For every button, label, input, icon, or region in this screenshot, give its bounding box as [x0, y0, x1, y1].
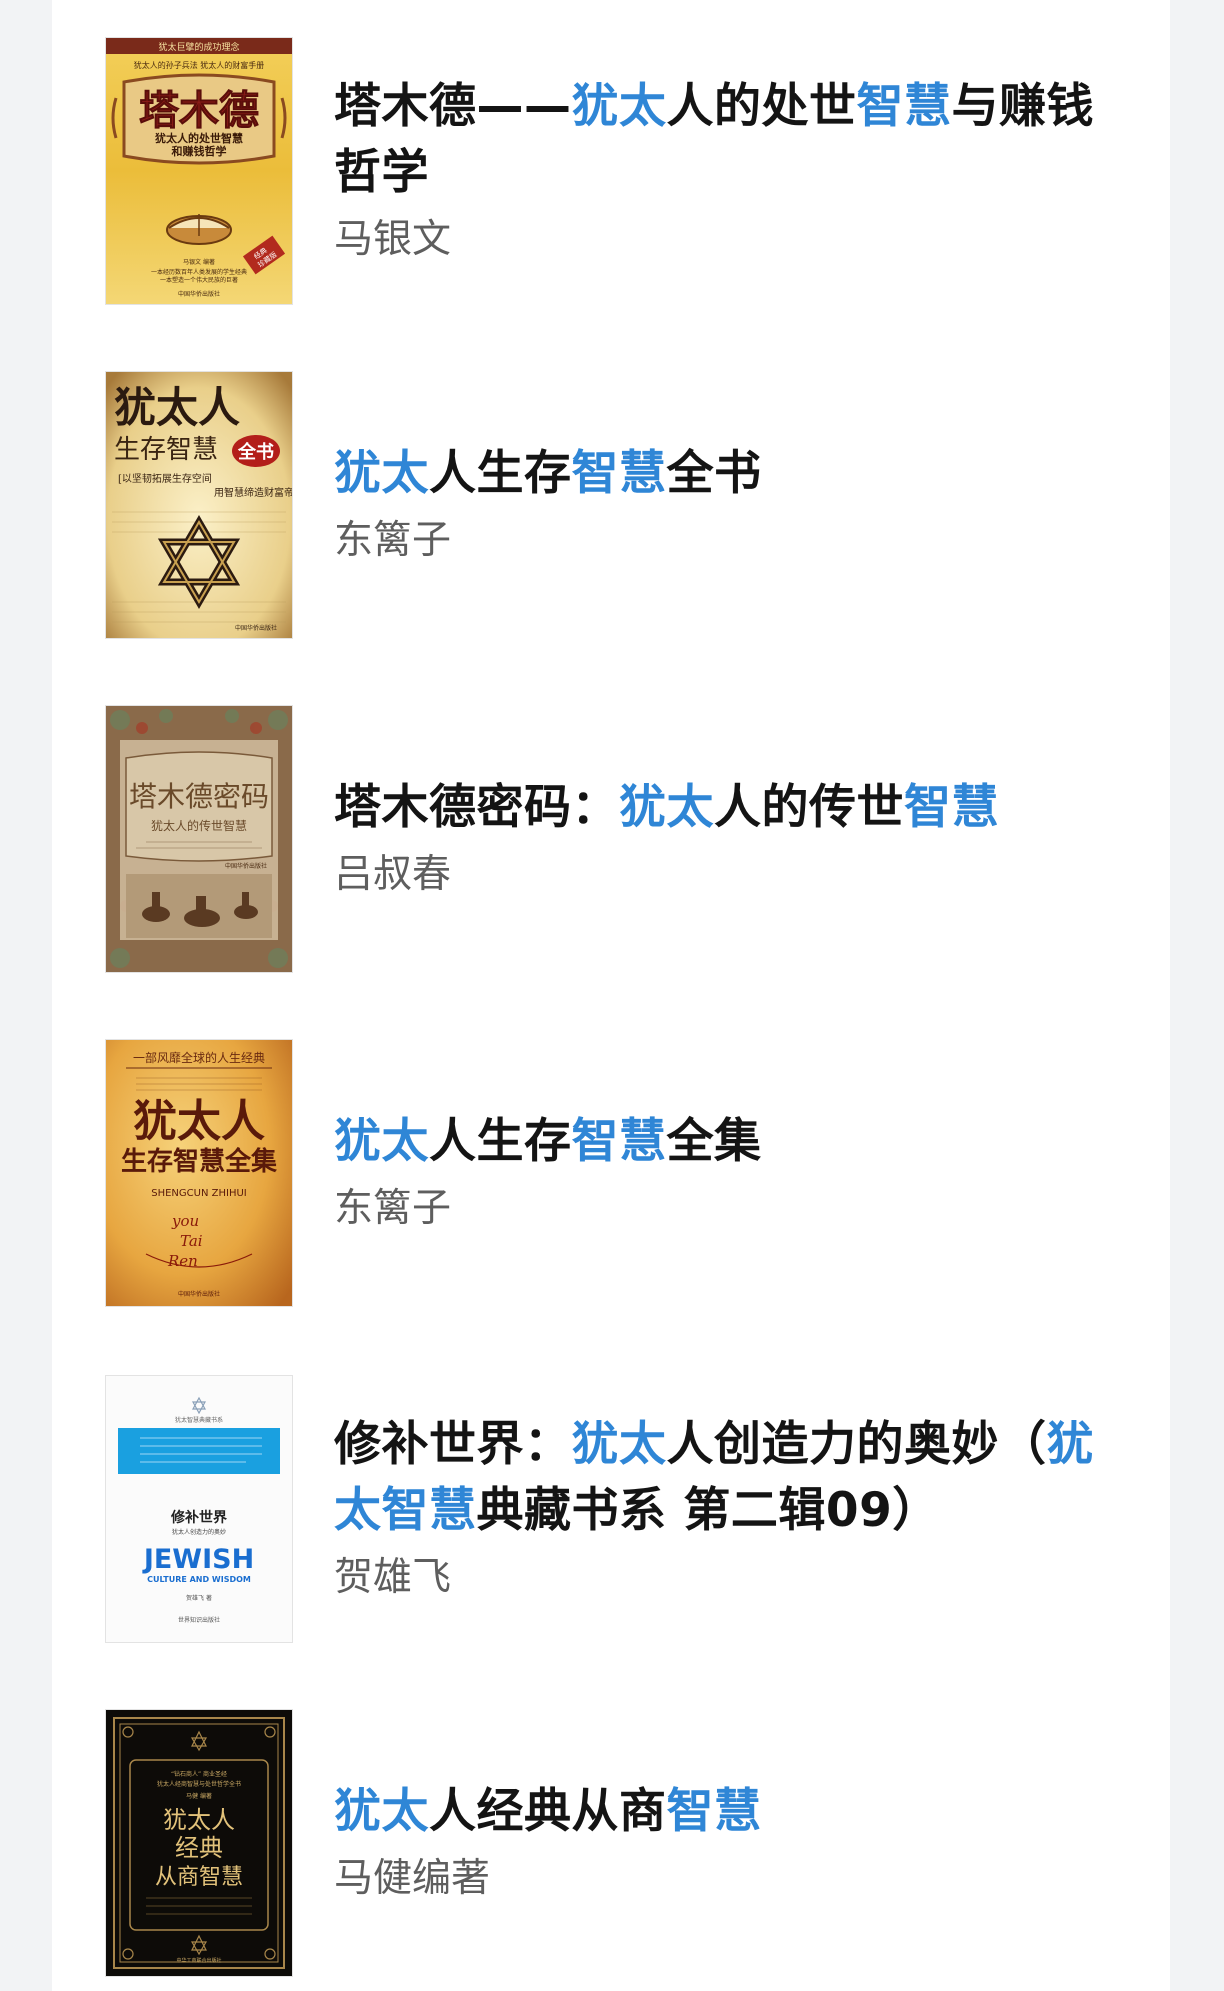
- svg-text:犹太人: 犹太人: [114, 383, 240, 432]
- svg-text:修补世界: 修补世界: [170, 1509, 228, 1526]
- book-author: 吕叔春: [334, 852, 452, 897]
- book-title[interactable]: 犹太人生存智慧全书: [334, 441, 1098, 507]
- book-cover-image[interactable]: 塔木德密码 犹太人的传世智慧 中国华侨出版社: [106, 706, 292, 972]
- title-keyword-highlight: 犹太: [619, 780, 714, 835]
- book-info: 塔木德密码：犹太人的传世智慧 吕叔春: [334, 706, 1098, 972]
- book-author: 贺雄飞: [334, 1555, 452, 1600]
- svg-text:中国华侨出版社: 中国华侨出版社: [235, 624, 277, 632]
- svg-text:用智慧缔造财富帝国]: 用智慧缔造财富帝国]: [214, 486, 292, 499]
- svg-text:马健 编著: 马健 编著: [186, 1792, 212, 1800]
- svg-text:犹太人的处世智慧: 犹太人的处世智慧: [155, 131, 243, 145]
- book-info: 犹太人生存智慧全书 东篱子: [334, 372, 1098, 638]
- title-keyword-highlight: 犹太: [334, 1784, 429, 1839]
- svg-text:you: you: [171, 1212, 199, 1230]
- svg-text:犹太人的传世智慧: 犹太人的传世智慧: [151, 818, 247, 833]
- book-result-item[interactable]: 一部风靡全球的人生经典 犹太人 生存智慧全集 SHENGCUN ZHIHUI y…: [52, 1040, 1118, 1306]
- book-author: 东篱子: [334, 518, 452, 563]
- title-segment: 全书: [666, 446, 762, 501]
- book-author: 马健编著: [334, 1856, 491, 1901]
- book-author: 马银文: [334, 217, 452, 262]
- svg-text:塔木德密码: 塔木德密码: [129, 780, 269, 813]
- title-segment: 人生存: [429, 1114, 572, 1169]
- book-info: 塔木德——犹太人的处世智慧与赚钱哲学 马银文: [334, 38, 1098, 304]
- svg-text:马银文 编著: 马银文 编著: [183, 258, 215, 266]
- book-cover-image[interactable]: “钻石商人” 商业圣经 犹太人经商智慧与处世哲学全书 马健 编著 犹太人 经典 …: [106, 1710, 292, 1976]
- book-result-item[interactable]: 犹太人 生存智慧 全书 [以坚韧拓展生存空间 用智慧缔造财富帝国] 中国华侨出版…: [52, 372, 1118, 638]
- svg-text:从商智慧: 从商智慧: [155, 1865, 243, 1890]
- title-segment: 人创造力的奥妙（: [666, 1417, 1047, 1472]
- title-segment: 塔木德——: [334, 79, 572, 134]
- book-result-item[interactable]: 犹太巨擘的成功理念 犹太人的孙子兵法 犹太人的财富手册 塔木德 犹太人的处世智慧…: [52, 38, 1118, 304]
- book-title[interactable]: 塔木德——犹太人的处世智慧与赚钱哲学: [334, 74, 1098, 206]
- svg-text:世界知识出版社: 世界知识出版社: [178, 1616, 220, 1624]
- book-title[interactable]: 犹太人经典从商智慧: [334, 1779, 1098, 1845]
- title-segment: 修补世界：: [334, 1417, 572, 1472]
- title-segment: 人经典从商: [429, 1784, 667, 1839]
- svg-text:一部风靡全球的人生经典: 一部风靡全球的人生经典: [133, 1050, 265, 1065]
- svg-text:犹太人: 犹太人: [133, 1096, 265, 1147]
- svg-text:塔木德: 塔木德: [139, 87, 259, 134]
- svg-text:JEWISH: JEWISH: [142, 1544, 254, 1575]
- book-cover-image[interactable]: 犹太人 生存智慧 全书 [以坚韧拓展生存空间 用智慧缔造财富帝国] 中国华侨出版…: [106, 372, 292, 638]
- svg-text:和赚钱哲学: 和赚钱哲学: [172, 144, 227, 158]
- svg-text:犹太人: 犹太人: [163, 1806, 235, 1834]
- title-segment: 塔木德密码：: [334, 780, 619, 835]
- book-cover-youtairen-quanji: 一部风靡全球的人生经典 犹太人 生存智慧全集 SHENGCUN ZHIHUI y…: [106, 1040, 292, 1306]
- title-segment: 典藏书系 第二辑09）: [476, 1483, 940, 1538]
- book-cover-jingdian-congshang: “钻石商人” 商业圣经 犹太人经商智慧与处世哲学全书 马健 编著 犹太人 经典 …: [106, 1710, 292, 1976]
- title-segment: 人的处世: [666, 79, 857, 134]
- book-author: 东篱子: [334, 1186, 452, 1231]
- svg-text:Tai: Tai: [180, 1232, 203, 1250]
- title-segment: 人的传世: [714, 780, 904, 835]
- svg-text:犹太人经商智慧与处世哲学全书: 犹太人经商智慧与处世哲学全书: [157, 1780, 241, 1788]
- book-title[interactable]: 犹太人生存智慧全集: [334, 1109, 1098, 1175]
- svg-text:SHENGCUN ZHIHUI: SHENGCUN ZHIHUI: [151, 1188, 246, 1199]
- book-cover-image[interactable]: 犹太巨擘的成功理念 犹太人的孙子兵法 犹太人的财富手册 塔木德 犹太人的处世智慧…: [106, 38, 292, 304]
- book-info: 修补世界：犹太人创造力的奥妙（犹太智慧典藏书系 第二辑09） 贺雄飞: [334, 1376, 1098, 1642]
- svg-text:[以坚韧拓展生存空间: [以坚韧拓展生存空间: [118, 472, 212, 485]
- svg-text:一本塑造一个伟大民族的巨著: 一本塑造一个伟大民族的巨著: [160, 276, 238, 284]
- svg-text:生存智慧: 生存智慧: [114, 435, 218, 465]
- svg-text:经典: 经典: [175, 1834, 223, 1862]
- title-segment: 全集: [666, 1114, 762, 1169]
- book-result-item[interactable]: 犹太智慧典藏书系 修补世界 犹太人创造力的奥妙 JEWISH CULTURE A…: [52, 1376, 1118, 1642]
- svg-text:一本经历数百年人类发展的学生经典: 一本经历数百年人类发展的学生经典: [151, 268, 247, 276]
- title-keyword-highlight: 犹太: [334, 1114, 429, 1169]
- book-result-item[interactable]: 塔木德密码 犹太人的传世智慧 中国华侨出版社 塔木德密码：犹太人的传世智慧 吕叔…: [52, 706, 1118, 972]
- book-title[interactable]: 修补世界：犹太人创造力的奥妙（犹太智慧典藏书系 第二辑09）: [334, 1412, 1098, 1544]
- book-title[interactable]: 塔木德密码：犹太人的传世智慧: [334, 775, 1098, 841]
- book-cover-youtairen-shengcun: 犹太人 生存智慧 全书 [以坚韧拓展生存空间 用智慧缔造财富帝国] 中国华侨出版…: [106, 372, 292, 638]
- book-cover-xiubu-shijie: 犹太智慧典藏书系 修补世界 犹太人创造力的奥妙 JEWISH CULTURE A…: [106, 1376, 292, 1642]
- svg-text:“钻石商人” 商业圣经: “钻石商人” 商业圣经: [171, 1770, 227, 1778]
- svg-text:贺雄飞 著: 贺雄飞 著: [186, 1594, 212, 1602]
- svg-text:犹太人创造力的奥妙: 犹太人创造力的奥妙: [172, 1528, 226, 1536]
- book-result-item[interactable]: “钻石商人” 商业圣经 犹太人经商智慧与处世哲学全书 马健 编著 犹太人 经典 …: [52, 1710, 1118, 1976]
- svg-text:中国华侨出版社: 中国华侨出版社: [178, 1290, 220, 1298]
- svg-text:犹太智慧典藏书系: 犹太智慧典藏书系: [175, 1416, 223, 1424]
- title-keyword-highlight: 智慧: [904, 780, 999, 835]
- title-keyword-highlight: 智慧: [571, 446, 667, 501]
- svg-text:犹太人的孙子兵法 犹太人的财富手册: 犹太人的孙子兵法 犹太人的财富手册: [134, 60, 265, 70]
- title-keyword-highlight: 犹太: [571, 1417, 667, 1472]
- svg-text:犹太巨擘的成功理念: 犹太巨擘的成功理念: [158, 41, 239, 53]
- svg-text:中华工商联合出版社: 中华工商联合出版社: [176, 1957, 221, 1964]
- book-cover-image[interactable]: 一部风靡全球的人生经典 犹太人 生存智慧全集 SHENGCUN ZHIHUI y…: [106, 1040, 292, 1306]
- svg-text:生存智慧全集: 生存智慧全集: [121, 1146, 278, 1177]
- book-cover-image[interactable]: 犹太智慧典藏书系 修补世界 犹太人创造力的奥妙 JEWISH CULTURE A…: [106, 1376, 292, 1642]
- book-cover-taimude: 犹太巨擘的成功理念 犹太人的孙子兵法 犹太人的财富手册 塔木德 犹太人的处世智慧…: [106, 38, 292, 304]
- book-info: 犹太人经典从商智慧 马健编著: [334, 1710, 1098, 1976]
- svg-text:中国华侨出版社: 中国华侨出版社: [178, 290, 220, 298]
- title-keyword-highlight: 智慧: [666, 1784, 762, 1839]
- title-keyword-highlight: 智慧: [571, 1114, 667, 1169]
- book-cover-taimude-mima: 塔木德密码 犹太人的传世智慧 中国华侨出版社: [106, 706, 292, 972]
- title-keyword-highlight: 犹太: [571, 79, 667, 134]
- book-info: 犹太人生存智慧全集 东篱子: [334, 1040, 1098, 1306]
- svg-text:全书: 全书: [237, 441, 274, 463]
- svg-text:中国华侨出版社: 中国华侨出版社: [225, 862, 267, 870]
- title-segment: 人生存: [429, 446, 572, 501]
- title-keyword-highlight: 犹太: [334, 446, 429, 501]
- svg-text:CULTURE AND WISDOM: CULTURE AND WISDOM: [147, 1575, 251, 1584]
- title-keyword-highlight: 智慧: [856, 79, 952, 134]
